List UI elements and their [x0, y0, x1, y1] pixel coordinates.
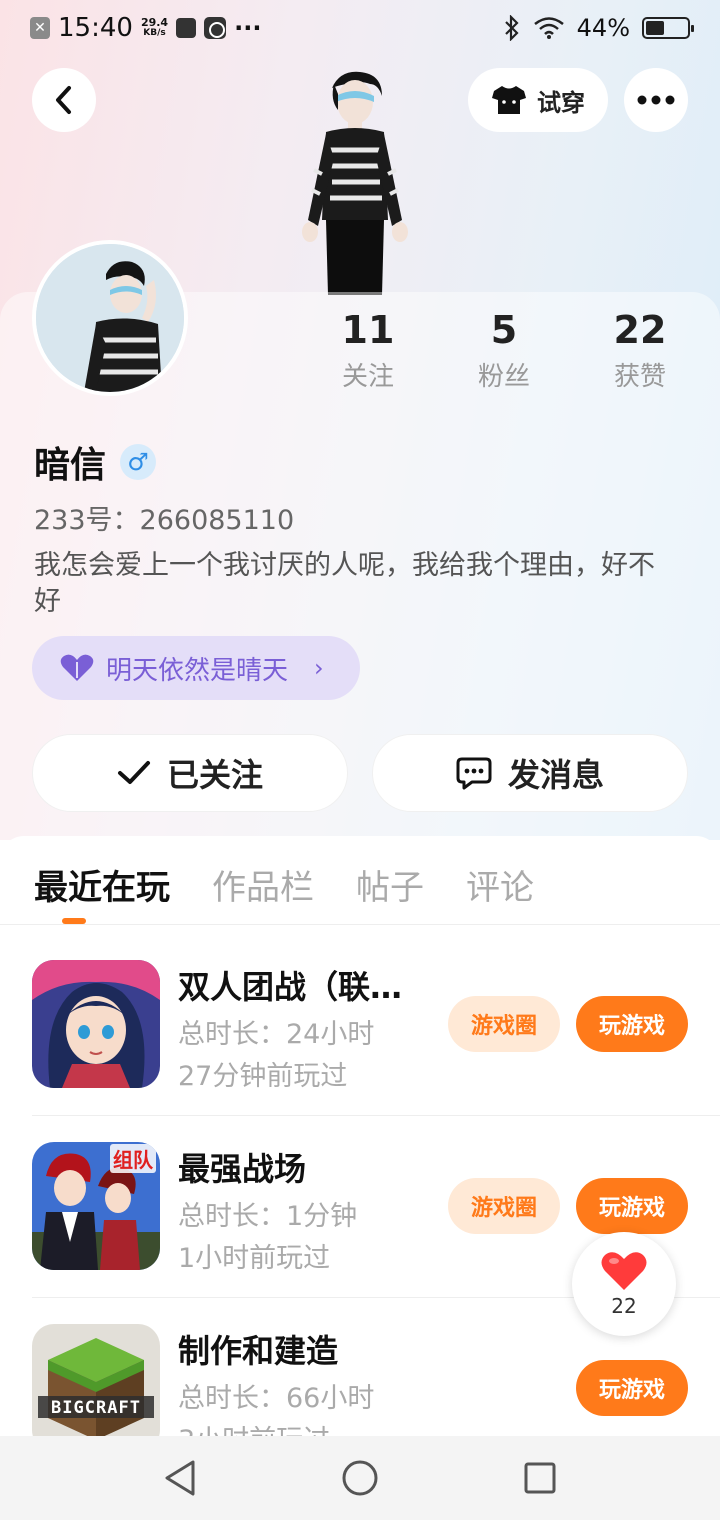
stat-followers[interactable]: 5 粉丝 [436, 306, 572, 393]
network-speed-value: 29.4 [140, 16, 169, 29]
profile-stats: 11 关注 5 粉丝 22 获赞 [300, 306, 720, 393]
stat-likes[interactable]: 22 获赞 [572, 306, 708, 393]
tab-posts[interactable]: 帖子 [356, 860, 424, 909]
grass-block-game-image [32, 1324, 160, 1436]
avatar-portrait-image [36, 244, 184, 392]
heart-icon [601, 1252, 647, 1290]
square-recents-icon [524, 1462, 556, 1494]
profile-avatar[interactable] [32, 240, 188, 396]
stat-likes-count: 22 [613, 308, 667, 352]
stat-following-count: 11 [341, 308, 395, 352]
game-icon-badge-text: 组队 [110, 1144, 156, 1173]
profile-tag-pill[interactable]: 明天依然是晴天 › [32, 636, 360, 700]
stat-following[interactable]: 11 关注 [300, 306, 436, 393]
nav-home-button[interactable] [340, 1458, 380, 1498]
game-icon[interactable] [32, 960, 160, 1088]
game-last-played: 3小时前玩过 [178, 1418, 330, 1436]
tab-recently-played[interactable]: 最近在玩 [34, 860, 170, 909]
play-game-button[interactable]: 玩游戏 [576, 996, 688, 1052]
tab-works[interactable]: 作品栏 [212, 860, 314, 909]
stat-likes-label: 获赞 [613, 362, 666, 392]
game-title: 制作和建造 [178, 1332, 339, 1370]
game-total-duration: 总时长：24小时 [178, 1019, 375, 1050]
like-floating-button[interactable]: 22 [572, 1232, 676, 1336]
tab-divider [0, 924, 720, 925]
send-message-button[interactable]: 发消息 [372, 734, 688, 812]
nav-back-button[interactable] [160, 1458, 200, 1498]
more-notifications-icon: ··· [234, 14, 262, 42]
profile-name: 暗信 [34, 445, 107, 486]
stat-followers-count: 5 [490, 308, 518, 352]
wifi-icon [533, 17, 564, 39]
avatar-character-image [302, 71, 408, 295]
network-speed: 29.4 KB/s [141, 17, 168, 39]
try-on-button[interactable]: 试穿 [468, 68, 608, 132]
game-last-played: 27分钟前玩过 [178, 1061, 348, 1092]
game-total-duration: 总时长：66小时 [178, 1383, 375, 1414]
network-speed-unit: KB/s [143, 28, 166, 38]
profile-tag-label: 明天依然是晴天 [106, 655, 289, 686]
stat-following-label: 关注 [341, 362, 394, 392]
game-total-duration: 总时长：1分钟 [178, 1201, 358, 1232]
bluetooth-icon [504, 15, 519, 41]
checkmark-icon [117, 761, 150, 784]
media-notification-icon [204, 17, 227, 39]
circle-home-icon [342, 1460, 378, 1496]
send-message-label: 发消息 [507, 756, 604, 794]
followed-label: 已关注 [166, 756, 263, 794]
male-gender-icon: ♂ [120, 444, 157, 480]
battery-percent: 44% [576, 14, 630, 42]
game-list-item[interactable]: 双人团战（联… 总时长：24小时 27分钟前玩过 游戏圈 玩游戏 [32, 936, 720, 1116]
content-section: 最近在玩 作品栏 帖子 评论 双人团战（联… 总时长：24小时 27分钟前玩过 … [0, 836, 720, 1436]
profile-uid: 233号：266085110 [34, 505, 295, 536]
game-circle-button[interactable]: 游戏圈 [448, 1178, 560, 1234]
try-on-label: 试穿 [537, 88, 585, 117]
game-last-played: 1小时前玩过 [178, 1243, 331, 1274]
like-count: 22 [611, 1294, 637, 1318]
nav-recents-button[interactable] [520, 1458, 560, 1498]
status-time: 15:40 [58, 13, 133, 43]
profile-bio: 我怎会爱上一个我讨厌的人呢，我给我个理由，好不好 [34, 550, 655, 617]
tab-comments[interactable]: 评论 [466, 860, 534, 909]
play-game-button[interactable]: 玩游戏 [576, 1178, 688, 1234]
notification-close-icon: ✕ [30, 17, 50, 39]
play-game-button[interactable]: 玩游戏 [576, 1360, 688, 1416]
followed-button[interactable]: 已关注 [32, 734, 348, 812]
chat-bubble-icon [456, 757, 492, 790]
game-title: 双人团战（联… [178, 968, 403, 1006]
status-bar: ✕ 15:40 29.4 KB/s ··· 44% [0, 0, 720, 56]
game-title: 最强战场 [178, 1150, 307, 1188]
chevron-right-icon: › [314, 654, 324, 682]
name-row: 暗信 ♂ [34, 436, 157, 488]
more-options-button[interactable] [624, 68, 688, 132]
row-divider [32, 1115, 720, 1116]
battery-icon [642, 17, 694, 39]
back-button[interactable] [32, 68, 96, 132]
app-notification-icon [176, 18, 197, 38]
profile-tabs: 最近在玩 作品栏 帖子 评论 [34, 860, 534, 909]
heart-icon [60, 654, 94, 681]
tshirt-icon [492, 86, 526, 114]
stat-followers-label: 粉丝 [477, 362, 530, 392]
triangle-back-icon [165, 1460, 195, 1496]
game-icon-logo-text: BIGCRAFT [51, 1398, 141, 1418]
game-circle-button[interactable]: 游戏圈 [448, 996, 560, 1052]
system-navigation-bar [0, 1436, 720, 1520]
more-horizontal-icon [637, 95, 675, 105]
anime-girl-game-image [32, 960, 160, 1088]
game-icon[interactable]: 组队 [32, 1142, 160, 1270]
game-icon[interactable]: BIGCRAFT [32, 1324, 160, 1436]
chevron-left-icon [56, 86, 71, 114]
